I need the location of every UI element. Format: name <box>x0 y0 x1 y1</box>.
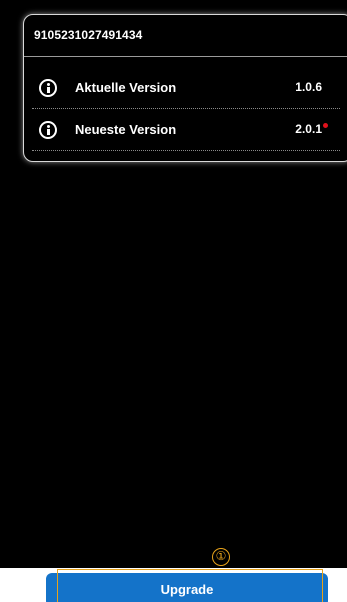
upgrade-button[interactable]: Upgrade <box>46 573 328 602</box>
card-divider <box>24 56 347 57</box>
current-version-row: Aktuelle Version 1.0.6 <box>24 71 347 113</box>
step-marker: ① <box>212 548 230 566</box>
current-version-value: 1.0.6 <box>295 80 322 94</box>
device-serial: 9105231027491434 <box>34 28 143 42</box>
latest-version-value: 2.0.1 <box>295 122 322 136</box>
app-screen: 9105231027491434 Aktuelle Version 1.0.6 … <box>0 0 347 568</box>
info-icon <box>39 79 57 97</box>
version-card: 9105231027491434 Aktuelle Version 1.0.6 … <box>23 14 347 162</box>
latest-version-row: Neueste Version 2.0.1 <box>24 113 347 155</box>
latest-version-label: Neueste Version <box>75 122 177 137</box>
update-available-dot <box>323 123 328 128</box>
row-divider <box>32 108 340 109</box>
row-divider <box>32 150 340 151</box>
current-version-label: Aktuelle Version <box>75 80 177 95</box>
info-icon <box>39 121 57 139</box>
